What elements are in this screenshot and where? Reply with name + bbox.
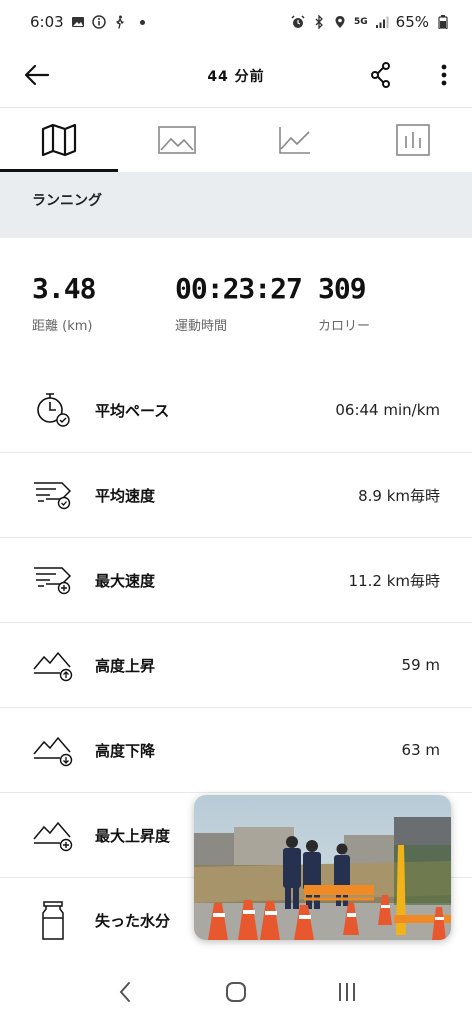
- distance-label: 距離 (km): [32, 319, 93, 334]
- page-title: 44 分前: [207, 68, 265, 85]
- bluetooth-icon: [312, 15, 326, 29]
- nav-recents-button[interactable]: [327, 972, 367, 1012]
- elevation-loss-label: 高度下降: [95, 741, 156, 760]
- water-loss-label: 失った水分: [95, 911, 171, 930]
- more-options-button[interactable]: [434, 60, 454, 90]
- tab-map[interactable]: [0, 108, 118, 172]
- nav-back-button[interactable]: [105, 972, 145, 1012]
- stopwatch-icon: [37, 393, 70, 427]
- metric-duration: 00:23:27 運動時間: [175, 272, 303, 334]
- elevation-down-icon: [33, 736, 73, 767]
- alarm-icon: [291, 15, 305, 29]
- line-chart-icon: [279, 127, 310, 154]
- average-pace-label: 平均ペース: [95, 401, 170, 420]
- video-pip-overlay[interactable]: [194, 795, 451, 940]
- summary-metrics: 3.48 距離 (km) 00:23:27 運動時間 309 カロリー: [0, 272, 472, 352]
- home-icon: [225, 982, 246, 1002]
- row-elevation-loss[interactable]: 高度下降 63 m: [0, 708, 472, 793]
- notification-dot: [139, 19, 145, 25]
- network-type-label: 5G: [354, 17, 368, 27]
- tab-photos[interactable]: [118, 108, 236, 172]
- activity-type-label: ランニング: [32, 193, 102, 209]
- activity-type-band: ランニング: [0, 172, 472, 238]
- elevation-gain-label: 高度上昇: [95, 656, 156, 675]
- system-nav-bar: [0, 960, 472, 1024]
- more-vertical-icon: [441, 64, 447, 86]
- share-icon: [371, 62, 390, 88]
- battery-percent: 65%: [395, 13, 429, 31]
- image-icon: [158, 126, 196, 154]
- metric-distance: 3.48 距離 (km): [32, 272, 96, 334]
- calories-label: カロリー: [318, 319, 371, 334]
- water-bottle-icon: [42, 901, 64, 940]
- row-average-speed[interactable]: 平均速度 8.9 km毎時: [0, 453, 472, 538]
- metric-calories: 309 カロリー: [318, 272, 370, 334]
- tab-graph[interactable]: [236, 108, 354, 172]
- duration-value: 00:23:27: [175, 272, 303, 305]
- recents-icon: [338, 983, 355, 1001]
- calories-value: 309: [318, 272, 367, 305]
- status-bar: 6:03 5G 65%: [0, 0, 472, 44]
- tab-laps[interactable]: [354, 108, 472, 172]
- speed-max-icon: [34, 567, 72, 595]
- video-frame-image: [194, 795, 451, 940]
- duration-label: 運動時間: [175, 319, 228, 334]
- speed-average-icon: [34, 482, 72, 510]
- row-average-pace[interactable]: 平均ペース 06:44 min/km: [0, 368, 472, 453]
- app-bar: 44 分前: [0, 44, 472, 108]
- battery-icon: [436, 15, 450, 29]
- average-speed-label: 平均速度: [95, 486, 156, 505]
- average-speed-value: 8.9 km毎時: [358, 486, 440, 505]
- info-icon: [91, 15, 106, 29]
- elevation-loss-value: 63 m: [401, 741, 440, 759]
- share-button[interactable]: [366, 60, 396, 90]
- status-time: 6:03: [30, 13, 64, 31]
- map-icon: [41, 124, 77, 156]
- nav-home-button[interactable]: [216, 972, 256, 1012]
- max-speed-label: 最大速度: [95, 571, 156, 590]
- signal-icon: [375, 15, 389, 29]
- detail-tabs: [0, 108, 472, 172]
- bar-chart-icon: [396, 124, 430, 156]
- distance-value: 3.48: [32, 272, 96, 305]
- max-incline-label: 最大上昇度: [95, 826, 171, 845]
- walking-icon: [113, 15, 127, 29]
- gallery-notification-icon: [71, 15, 85, 29]
- elevation-gain-value: 59 m: [401, 656, 440, 674]
- chevron-left-icon: [119, 982, 131, 1002]
- row-elevation-gain[interactable]: 高度上昇 59 m: [0, 623, 472, 708]
- average-pace-value: 06:44 min/km: [335, 401, 440, 419]
- max-incline-icon: [33, 821, 73, 852]
- elevation-up-icon: [33, 651, 73, 682]
- max-speed-value: 11.2 km毎時: [348, 571, 440, 590]
- row-max-speed[interactable]: 最大速度 11.2 km毎時: [0, 538, 472, 623]
- location-icon: [333, 15, 347, 29]
